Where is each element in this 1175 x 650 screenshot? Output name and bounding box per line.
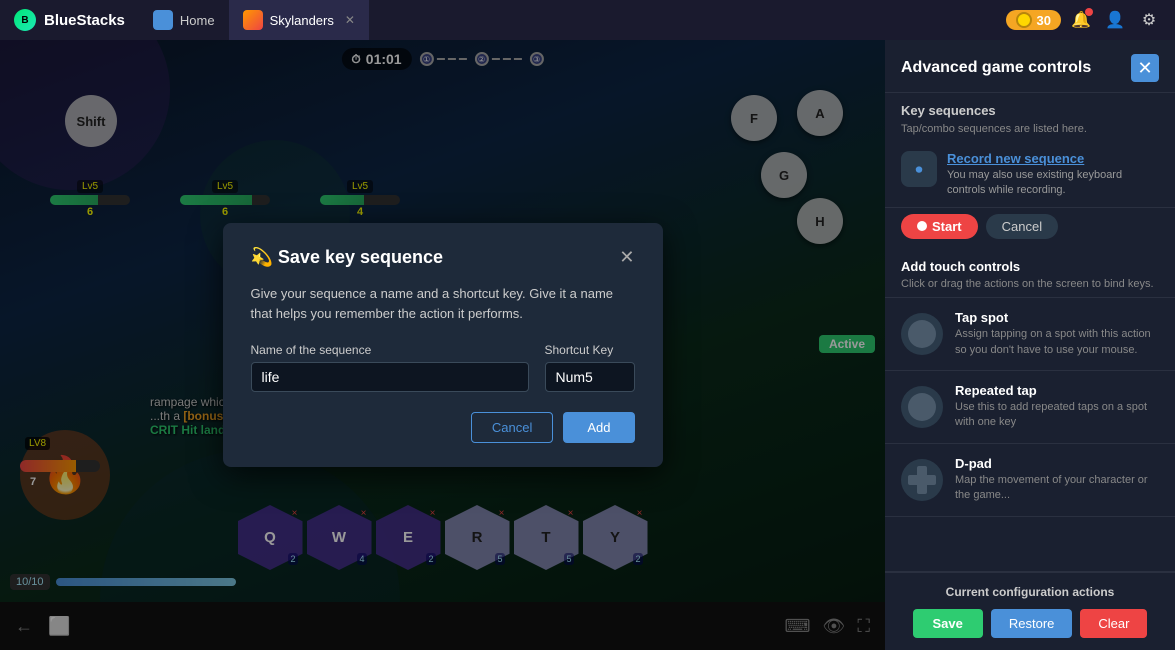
tap-spot-name: Tap spot <box>955 310 1159 325</box>
notification-dot <box>1085 8 1093 16</box>
app-logo: B BlueStacks <box>0 9 139 31</box>
dpad-content: D-pad Map the movement of your character… <box>955 456 1159 504</box>
clear-btn[interactable]: Clear <box>1080 609 1147 638</box>
repeated-tap-inner <box>908 393 936 421</box>
start-btn[interactable]: Start <box>901 214 978 239</box>
right-panel: Advanced game controls ✕ Key sequences T… <box>885 40 1175 650</box>
dialog-overlay: 💫 Save key sequence ✕ Give your sequence… <box>0 40 885 650</box>
start-cancel-row: Start Cancel <box>885 208 1175 249</box>
dialog-actions: Cancel Add <box>251 412 635 443</box>
tap-spot-desc: Assign tapping on a spot with this actio… <box>955 327 1159 358</box>
home-tab-icon <box>153 10 173 30</box>
record-row: ⏺ Record new sequence You may also use e… <box>885 143 1175 208</box>
save-key-sequence-dialog: 💫 Save key sequence ✕ Give your sequence… <box>223 223 663 467</box>
dialog-add-btn[interactable]: Add <box>563 412 634 443</box>
name-field-label: Name of the sequence <box>251 343 529 357</box>
add-touch-title: Add touch controls <box>901 259 1159 274</box>
repeated-tap-content: Repeated tap Use this to add repeated ta… <box>955 383 1159 431</box>
restore-btn[interactable]: Restore <box>991 609 1073 638</box>
start-label: Start <box>932 219 962 234</box>
dialog-close-btn[interactable]: ✕ <box>619 247 634 268</box>
coin-count: 30 <box>1037 13 1051 28</box>
record-content: Record new sequence You may also use exi… <box>947 151 1159 199</box>
record-icon: ⏺ <box>901 151 937 187</box>
start-dot <box>917 221 927 231</box>
dpad-icon-circle <box>901 459 943 501</box>
dpad-vertical <box>917 466 927 494</box>
key-sequences-desc: Tap/combo sequences are listed here. <box>885 123 1175 143</box>
cancel2-btn[interactable]: Cancel <box>986 214 1058 239</box>
tab-skylanders[interactable]: Skylanders ✕ <box>229 0 369 40</box>
repeated-tap-icon <box>901 386 943 428</box>
dialog-description: Give your sequence a name and a shortcut… <box>251 284 635 323</box>
main-area: ⏱ 01:01 ① ② ③ Shift F <box>0 40 1175 650</box>
bluestacks-icon: B <box>14 9 36 31</box>
shortcut-input[interactable] <box>545 362 635 392</box>
shortcut-field-label: Shortcut Key <box>545 343 635 357</box>
tap-spot-item[interactable]: Tap spot Assign tapping on a spot with t… <box>885 298 1175 371</box>
skylanders-tab-icon <box>243 10 263 30</box>
dpad-name: D-pad <box>955 456 1159 471</box>
coin-icon <box>1016 12 1032 28</box>
notification-btn[interactable]: 🔔 <box>1067 6 1095 34</box>
account-btn[interactable]: 👤 <box>1101 6 1129 34</box>
add-touch-desc: Click or drag the actions on the screen … <box>901 277 1159 292</box>
repeated-tap-name: Repeated tap <box>955 383 1159 398</box>
dialog-title: 💫 Save key sequence <box>251 247 444 268</box>
shortcut-field-group: Shortcut Key <box>545 343 635 392</box>
action-row: Save Restore Clear <box>901 609 1159 638</box>
dialog-header: 💫 Save key sequence ✕ <box>251 247 635 268</box>
dialog-fields: Name of the sequence Shortcut Key <box>251 343 635 392</box>
app-name: BlueStacks <box>44 12 125 29</box>
dpad-item[interactable]: D-pad Map the movement of your character… <box>885 444 1175 517</box>
tab-skylanders-label: Skylanders <box>270 13 334 28</box>
add-touch-section: Add touch controls Click or drag the act… <box>885 249 1175 298</box>
dpad-desc: Map the movement of your character or th… <box>955 473 1159 504</box>
panel-header: Advanced game controls ✕ <box>885 40 1175 93</box>
panel-bottom: Current configuration actions Save Resto… <box>885 571 1175 650</box>
dialog-title-text: 💫 Save key sequence <box>251 247 444 268</box>
name-field-group: Name of the sequence <box>251 343 529 392</box>
record-link[interactable]: Record new sequence <box>947 151 1159 166</box>
repeated-tap-item[interactable]: Repeated tap Use this to add repeated ta… <box>885 371 1175 444</box>
save-btn[interactable]: Save <box>913 609 983 638</box>
title-bar-right: 30 🔔 👤 ⚙ <box>1006 6 1175 34</box>
game-area: ⏱ 01:01 ① ② ③ Shift F <box>0 40 885 650</box>
dialog-cancel-btn[interactable]: Cancel <box>471 412 553 443</box>
repeated-tap-desc: Use this to add repeated taps on a spot … <box>955 400 1159 431</box>
tap-spot-icon <box>901 313 943 355</box>
tab-home[interactable]: Home <box>139 0 229 40</box>
tab-home-label: Home <box>180 13 215 28</box>
coin-badge: 30 <box>1006 10 1061 30</box>
panel-close-btn[interactable]: ✕ <box>1131 54 1159 82</box>
settings-btn[interactable]: ⚙ <box>1135 6 1163 34</box>
tap-spot-content: Tap spot Assign tapping on a spot with t… <box>955 310 1159 358</box>
panel-title: Advanced game controls <box>901 59 1091 77</box>
config-title: Current configuration actions <box>901 585 1159 599</box>
dpad-icon <box>908 466 936 494</box>
tap-spot-inner <box>908 320 936 348</box>
record-text: You may also use existing keyboard contr… <box>947 168 1159 199</box>
tab-close-icon[interactable]: ✕ <box>345 13 355 27</box>
name-input[interactable] <box>251 362 529 392</box>
title-bar: B BlueStacks Home Skylanders ✕ 30 🔔 👤 ⚙ <box>0 0 1175 40</box>
key-sequences-title: Key sequences <box>885 93 1175 123</box>
